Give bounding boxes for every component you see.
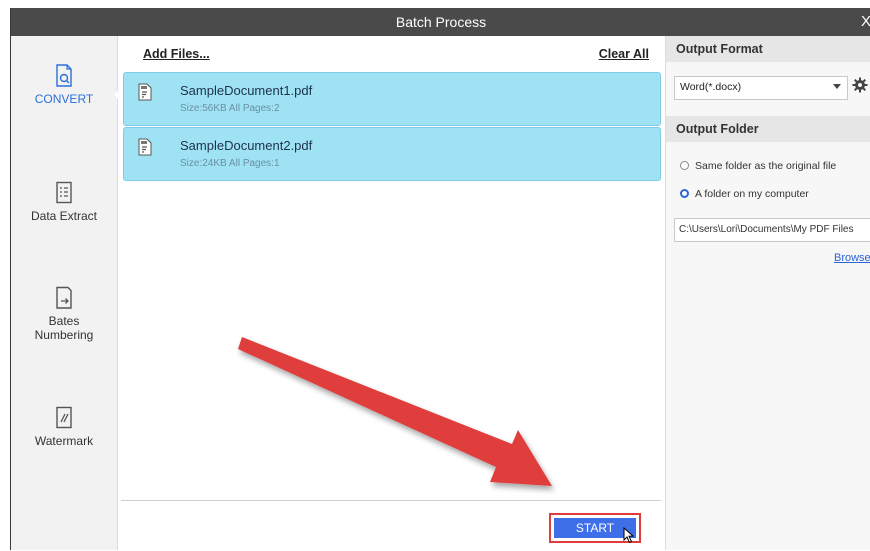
sidebar-item-convert[interactable]: CONVERT (11, 64, 117, 106)
radio-folder-on-computer[interactable]: A folder on my computer (680, 188, 809, 200)
window-title: Batch Process (395, 14, 487, 30)
sidebar-item-watermark[interactable]: Watermark (11, 406, 117, 448)
sidebar: CONVERT Data Extract Bates Numbering Wat… (11, 36, 119, 550)
radio-label: A folder on my computer (695, 188, 809, 200)
output-folder-path-field[interactable]: C:\Users\Lori\Documents\My PDF Files (674, 218, 870, 242)
watermark-icon (56, 406, 72, 429)
file-list-pane: Add Files... Clear All SampleDocument1.p… (121, 36, 661, 500)
mouse-cursor-icon (623, 527, 635, 544)
chevron-down-icon (833, 84, 841, 89)
gear-icon[interactable] (852, 77, 868, 93)
output-settings-pane: Output Format Word(*.docx) Output Folder (665, 36, 870, 550)
file-meta: Size:56KB All Pages:2 (180, 103, 280, 114)
pdf-file-icon (138, 138, 152, 156)
sidebar-item-label: CONVERT (34, 92, 94, 106)
radio-button[interactable] (680, 161, 689, 170)
sidebar-item-label: Data Extract (30, 209, 98, 223)
title-bar: Batch Process X (11, 8, 870, 36)
output-format-heading: Output Format (666, 36, 870, 62)
close-button[interactable]: X (861, 13, 870, 30)
radio-same-folder[interactable]: Same folder as the original file (680, 160, 836, 172)
action-bar: START (121, 500, 661, 551)
radio-button-selected[interactable] (680, 189, 689, 198)
bates-numbering-icon (56, 286, 72, 309)
data-extract-icon (56, 181, 72, 204)
sidebar-item-data-extract[interactable]: Data Extract (11, 181, 117, 223)
sidebar-item-label-line1: Bates (48, 314, 80, 328)
file-name: SampleDocument2.pdf (180, 138, 313, 153)
convert-icon (56, 64, 72, 87)
batch-process-window: Batch Process X CONVERT Data Extract Bat… (10, 8, 870, 551)
pdf-file-icon (138, 83, 152, 101)
sidebar-item-label-line2: Numbering (34, 328, 94, 342)
start-highlight-box: START (549, 513, 641, 544)
file-row[interactable]: SampleDocument1.pdf Size:56KB All Pages:… (123, 72, 661, 126)
file-row[interactable]: SampleDocument2.pdf Size:24KB All Pages:… (123, 127, 661, 181)
active-indicator (114, 90, 119, 100)
output-format-select[interactable]: Word(*.docx) (674, 76, 848, 100)
sidebar-item-label: Watermark (34, 434, 94, 448)
output-folder-heading: Output Folder (666, 116, 870, 142)
sidebar-item-bates-numbering[interactable]: Bates Numbering (11, 286, 117, 342)
add-files-link[interactable]: Add Files... (143, 47, 210, 61)
radio-label: Same folder as the original file (695, 160, 837, 172)
clear-all-link[interactable]: Clear All (599, 47, 649, 61)
file-meta: Size:24KB All Pages:1 (180, 158, 280, 169)
file-name: SampleDocument1.pdf (180, 83, 313, 98)
browse-link[interactable]: Browse (834, 252, 870, 264)
